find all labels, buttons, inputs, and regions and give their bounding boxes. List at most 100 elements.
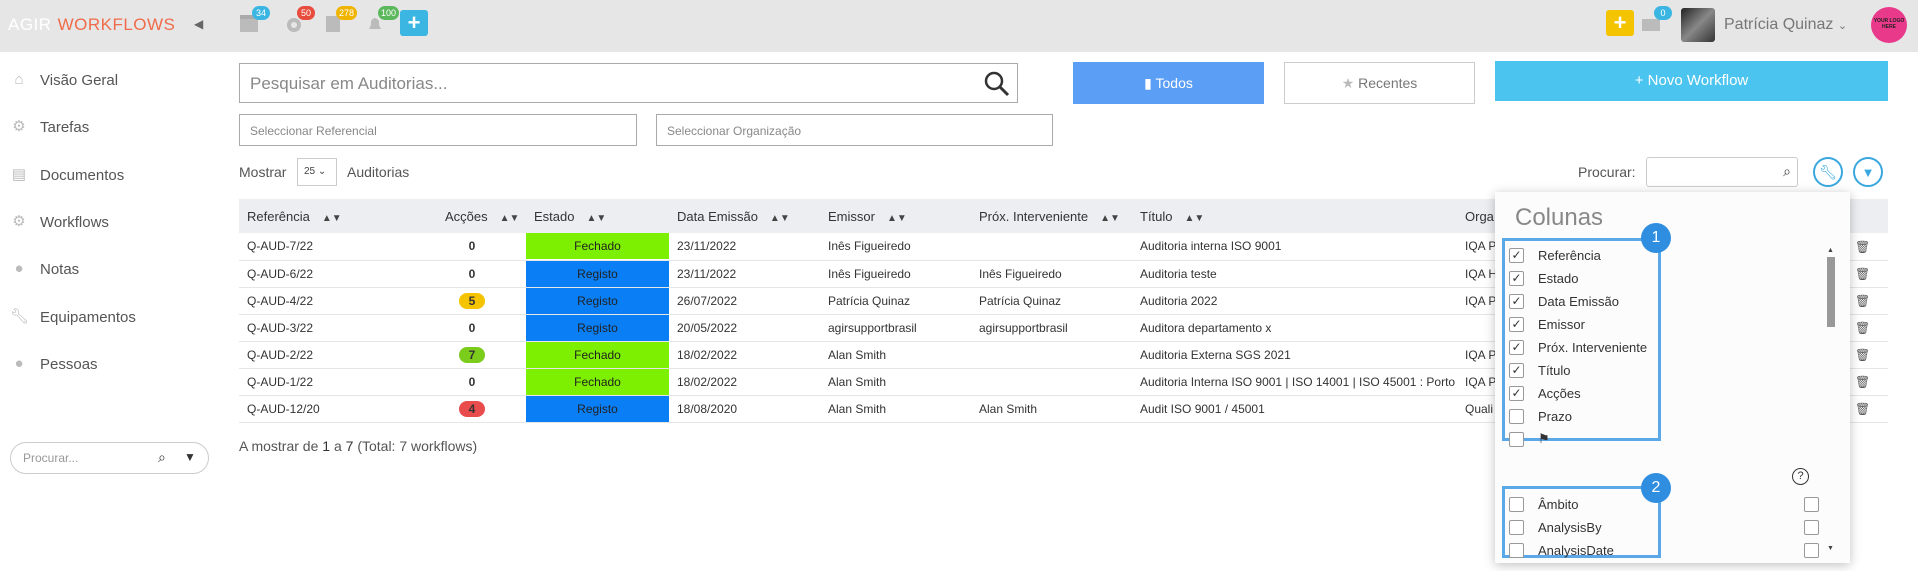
checkbox[interactable]: ✓ [1509,385,1524,401]
quick-add-button[interactable]: + [400,10,428,36]
trash-icon[interactable]: 🗑︎ [1855,294,1870,308]
checkbox[interactable]: ✓ [1509,316,1524,332]
column-header-data-emissao[interactable]: Data Emissão ▲▼ [669,199,820,233]
organization-select[interactable]: Seleccionar Organização [656,114,1053,146]
calendar-icon[interactable]: 34 [238,6,270,40]
badge-count: 100 [378,6,400,20]
recent-button[interactable]: ★ Recentes [1284,62,1475,104]
checkbox[interactable] [1509,408,1524,424]
all-button[interactable]: ▮ Todos [1073,62,1264,104]
trash-icon[interactable]: 🗑︎ [1855,348,1870,362]
sidebar-item-visao-geral[interactable]: ⌂ Visão Geral [10,68,118,92]
add-yellow-button[interactable]: + [1606,10,1634,36]
status-badge: Fechado [526,368,669,395]
help-icon[interactable]: ? [1792,468,1809,485]
column-toggle-flag[interactable]: ⚑ [1509,429,1550,449]
checkbox[interactable]: ✓ [1509,339,1524,355]
sidebar-item-tarefas[interactable]: ⚙ Tarefas [10,115,89,139]
column-header-referencia[interactable]: Referência ▲▼ [239,199,421,233]
panel-scrollbar[interactable]: ▲ ▼ [1825,247,1837,552]
cell-referencia[interactable]: Q-AUD-12/20 [239,395,421,423]
status-badge: Fechado [526,233,669,260]
cell-referencia[interactable]: Q-AUD-2/22 [239,341,421,369]
new-workflow-button[interactable]: + Novo Workflow [1495,61,1888,101]
checkbox[interactable] [1509,496,1524,512]
trash-icon[interactable]: 🗑︎ [1855,321,1870,335]
column-header-prox-interveniente[interactable]: Próx. Interveniente ▲▼ [971,199,1132,233]
gear-icon[interactable]: 50 [283,6,315,40]
user-menu[interactable]: Patrícia Quinaz ⌄ [1724,16,1847,34]
cell-referencia[interactable]: Q-AUD-3/22 [239,314,421,342]
actions-count-badge: 7 [459,346,485,363]
column-toggle-item[interactable]: ✓ Data Emissão [1509,291,1619,311]
sidebar-search-input[interactable]: Procurar... ⌕ ▼ [10,442,209,474]
column-toggle-item[interactable]: ✓ Emissor [1509,314,1585,334]
column-toggle-item[interactable]: ✓ Referência [1509,245,1601,265]
sidebar-item-pessoas[interactable]: ● Pessoas [10,352,97,376]
pagination-summary: A mostrar de 1 a 7 (Total: 7 workflows) [239,438,478,454]
bell-icon[interactable]: 100 [364,6,400,40]
checkbox[interactable] [1509,519,1524,535]
search-icon[interactable] [983,70,1011,98]
trash-icon[interactable]: 🗑︎ [1855,267,1870,281]
column-toggle-item[interactable]: Prazo [1509,406,1572,426]
column-toggle-item[interactable]: ✓ Próx. Interveniente [1509,337,1647,357]
cell-accoes: 0 [421,233,526,261]
sidebar-item-equipamentos[interactable]: 🔧︎ Equipamentos [10,305,136,329]
scroll-thumb[interactable] [1827,257,1835,327]
cell-referencia[interactable]: Q-AUD-7/22 [239,233,421,261]
column-header-emissor[interactable]: Emissor ▲▼ [820,199,971,233]
top-bar: AGIR WORKFLOWS ◀ 34 50 278 100 + + 0 Patr… [0,0,1918,52]
checkbox[interactable]: ✓ [1509,293,1524,309]
sort-icon: ▲▼ [1100,212,1120,224]
checkbox[interactable]: ✓ [1509,270,1524,286]
checkbox[interactable] [1804,519,1819,535]
document-icon[interactable]: 278 [322,6,358,40]
badge-count: 34 [252,6,270,20]
filter-icon[interactable]: ▼ [1853,157,1883,187]
extra-column-item[interactable]: AnalysisBy [1509,517,1819,537]
checkbox[interactable]: ✓ [1509,247,1524,263]
sidebar-item-documentos[interactable]: ▤ Documentos [10,163,124,187]
cell-emissor: Patrícia Quinaz [820,287,971,315]
scroll-up-icon[interactable]: ▲ [1827,247,1834,254]
sidebar-item-notas[interactable]: ● Notas [10,257,79,281]
scroll-down-icon[interactable]: ▼ [1827,545,1834,552]
checkbox[interactable] [1804,542,1819,558]
column-header-titulo[interactable]: Título ▲▼ [1132,199,1457,233]
collapse-sidebar-icon[interactable]: ◀ [194,17,203,31]
company-logo[interactable]: YOUR LOGO HERE [1871,7,1907,43]
checkbox[interactable] [1509,542,1524,558]
trash-icon[interactable]: 🗑︎ [1855,402,1870,416]
cell-referencia[interactable]: Q-AUD-1/22 [239,368,421,396]
avatar[interactable] [1681,8,1715,42]
page-size-select[interactable]: 25 ⌄ [297,158,337,186]
checkbox[interactable] [1804,496,1819,512]
column-toggle-item[interactable]: ✓ Título [1509,360,1571,380]
mail-icon[interactable]: 0 [1640,6,1672,40]
badge-count: 278 [336,6,358,20]
sidebar-item-workflows[interactable]: ⚙ Workflows [10,210,109,234]
cell-referencia[interactable]: Q-AUD-4/22 [239,287,421,315]
search-icon[interactable]: ⌕ [158,449,166,466]
status-badge: Registo [526,260,669,287]
extra-column-item[interactable]: AnalysisDate [1509,540,1819,560]
wrench-icon[interactable]: 🔧︎ [1813,157,1843,187]
cell-referencia[interactable]: Q-AUD-6/22 [239,260,421,288]
cell-estado: Fechado [526,341,669,369]
checkbox[interactable] [1509,431,1524,447]
extra-column-item[interactable]: Âmbito [1509,494,1819,514]
checkbox[interactable]: ✓ [1509,362,1524,378]
brand-logo[interactable]: AGIR WORKFLOWS [8,15,175,35]
column-toggle-item[interactable]: ✓ Estado [1509,268,1578,288]
referential-select[interactable]: Seleccionar Referencial [239,114,637,146]
trash-icon[interactable]: 🗑︎ [1855,375,1870,389]
column-toggle-item[interactable]: ✓ Acções [1509,383,1581,403]
table-search-input[interactable]: ⌕ [1646,157,1798,187]
search-input[interactable]: Pesquisar em Auditorias... [239,63,1018,103]
column-header-accoes[interactable]: Acções ▲▼ [421,199,526,233]
column-header-estado[interactable]: Estado ▲▼ [526,199,669,233]
filter-icon[interactable]: ▼ [184,450,196,464]
actions-count-badge: 0 [468,266,476,281]
trash-icon[interactable]: 🗑︎ [1855,240,1870,254]
